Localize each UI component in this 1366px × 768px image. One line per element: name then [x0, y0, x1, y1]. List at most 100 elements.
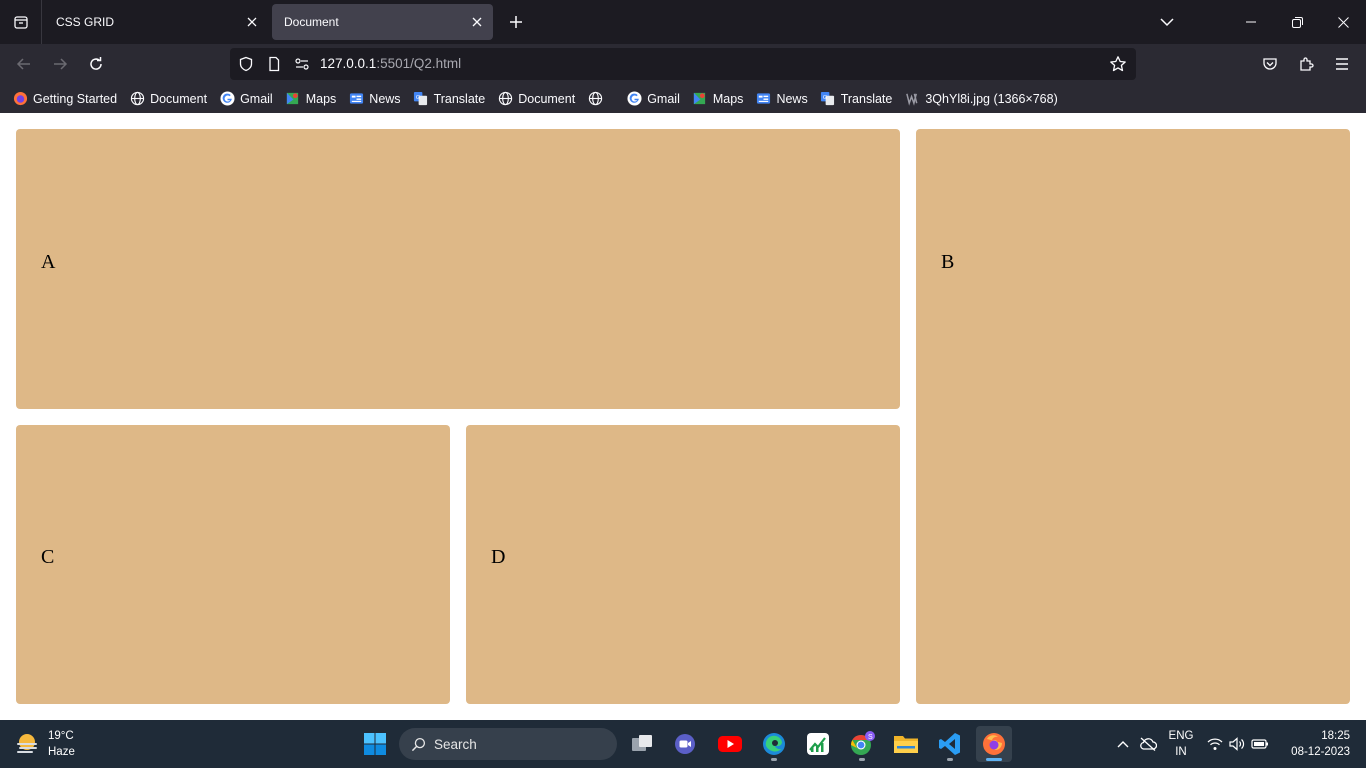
- bookmark-gmail[interactable]: Gmail: [217, 87, 275, 111]
- restore-button[interactable]: [1274, 0, 1320, 44]
- start-button[interactable]: [359, 728, 391, 760]
- new-tab-button[interactable]: [502, 8, 530, 36]
- shield-icon[interactable]: [238, 56, 254, 72]
- tab-close-button[interactable]: [240, 10, 264, 34]
- taskbar-firefox-app[interactable]: [976, 726, 1012, 762]
- forward-button[interactable]: [46, 50, 74, 78]
- grid-item-a: A: [16, 129, 900, 409]
- windows-logo-icon: [364, 733, 386, 755]
- tab-document[interactable]: Document: [272, 4, 493, 40]
- grid-item-b: B: [916, 129, 1350, 704]
- weather-text: 19°C Haze: [48, 728, 75, 760]
- task-view-button[interactable]: [624, 726, 660, 762]
- close-icon: [247, 17, 257, 27]
- translate-icon: G: [413, 91, 429, 107]
- minimize-button[interactable]: [1228, 0, 1274, 44]
- list-all-tabs-button[interactable]: [1153, 8, 1181, 36]
- grid-item-label: C: [41, 546, 55, 568]
- active-indicator: [986, 758, 1002, 761]
- globe-icon: [129, 91, 145, 107]
- back-button[interactable]: [10, 50, 38, 78]
- video-call-icon: [675, 734, 695, 754]
- bookmark-maps[interactable]: Maps: [283, 87, 339, 111]
- bookmark-news[interactable]: News: [346, 87, 402, 111]
- star-icon: [1110, 56, 1126, 72]
- pocket-button[interactable]: [1256, 50, 1284, 78]
- bookmarks-toolbar: Getting Started Document Gmail Maps News…: [0, 84, 1366, 113]
- tab-close-button[interactable]: [465, 10, 489, 34]
- bookmark-star-button[interactable]: [1108, 54, 1128, 74]
- bookmark-label: Getting Started: [33, 91, 118, 106]
- clock[interactable]: 18:25 08-12-2023: [1291, 728, 1350, 760]
- google-icon: [626, 91, 642, 107]
- taskbar-search[interactable]: Search: [399, 728, 617, 760]
- address-bar[interactable]: 127.0.0.1:5501/Q2.html: [230, 48, 1136, 80]
- bookmark-label: Maps: [712, 91, 744, 106]
- wifi-icon: [1207, 738, 1223, 750]
- bookmark-label: Translate: [840, 91, 893, 106]
- taskbar-chrome-app[interactable]: S: [844, 726, 880, 762]
- bookmark-image-file[interactable]: 3QhYl8i.jpg (1366×768): [902, 87, 1059, 111]
- restore-icon: [1291, 16, 1303, 28]
- bookmark-label: Gmail: [240, 91, 273, 106]
- grid-item-c: C: [16, 425, 450, 704]
- image-file-icon: [904, 91, 920, 107]
- taskbar-vscode-app[interactable]: [932, 726, 968, 762]
- page-icon[interactable]: [266, 56, 282, 72]
- bookmark-maps-2[interactable]: Maps: [690, 87, 746, 111]
- bookmark-label: Document: [150, 91, 208, 106]
- task-view-icon: [632, 735, 652, 751]
- bookmark-document-2[interactable]: Document: [495, 87, 577, 111]
- folder-icon: [894, 736, 918, 753]
- arrow-right-icon: [54, 58, 68, 70]
- onedrive-tray-button[interactable]: [1135, 720, 1161, 768]
- show-hidden-icons-button[interactable]: [1111, 720, 1135, 768]
- extensions-button[interactable]: [1292, 50, 1320, 78]
- news-icon: [755, 91, 771, 107]
- firefox-icon: [12, 91, 28, 107]
- running-indicator: [771, 758, 777, 761]
- vscode-icon: [939, 733, 960, 755]
- bookmark-gmail-2[interactable]: Gmail: [624, 87, 682, 111]
- running-indicator: [947, 758, 953, 761]
- page-content: A B C D: [0, 113, 1366, 720]
- url-text[interactable]: 127.0.0.1:5501/Q2.html: [320, 56, 461, 71]
- bookmark-getting-started[interactable]: Getting Started: [10, 87, 119, 111]
- maps-icon: [692, 91, 708, 107]
- news-icon: [348, 91, 364, 107]
- tab-list-button[interactable]: [0, 0, 42, 44]
- region-code: IN: [1175, 746, 1187, 758]
- bookmark-untitled[interactable]: [585, 87, 610, 111]
- weather-widget[interactable]: 19°C Haze: [14, 728, 75, 760]
- maps-icon: [285, 91, 301, 107]
- clock-time: 18:25: [1321, 730, 1350, 742]
- reload-icon: [90, 57, 102, 70]
- tab-css-grid[interactable]: CSS GRID: [44, 4, 268, 40]
- bookmark-translate[interactable]: G Translate: [411, 87, 488, 111]
- weather-desc: Haze: [48, 746, 75, 758]
- svg-text:S: S: [868, 734, 873, 741]
- taskbar-stocks-app[interactable]: [800, 726, 836, 762]
- bookmark-news-2[interactable]: News: [753, 87, 809, 111]
- taskbar-youtube-app[interactable]: [712, 726, 748, 762]
- grid-item-label: B: [941, 251, 955, 273]
- language-indicator[interactable]: ENG IN: [1163, 720, 1199, 768]
- grid-item-d: D: [466, 425, 900, 704]
- url-path: :5501/Q2.html: [376, 56, 462, 71]
- window-close-button[interactable]: [1320, 0, 1366, 44]
- grid-item-label: A: [41, 251, 56, 273]
- taskbar-file-explorer-app[interactable]: [888, 726, 924, 762]
- bookmark-label: Document: [518, 91, 576, 106]
- reload-button[interactable]: [82, 50, 110, 78]
- app-menu-button[interactable]: [1328, 50, 1356, 78]
- taskbar-edge-app[interactable]: [756, 726, 792, 762]
- minimize-icon: [1246, 21, 1256, 23]
- edge-icon: [763, 733, 785, 755]
- quick-settings-button[interactable]: [1206, 720, 1270, 768]
- running-indicator: [859, 758, 865, 761]
- permissions-icon[interactable]: [294, 56, 310, 72]
- bookmark-document[interactable]: Document: [127, 87, 209, 111]
- globe-icon: [587, 91, 603, 107]
- bookmark-translate-2[interactable]: G Translate: [818, 87, 895, 111]
- taskbar-meet-app[interactable]: [667, 726, 703, 762]
